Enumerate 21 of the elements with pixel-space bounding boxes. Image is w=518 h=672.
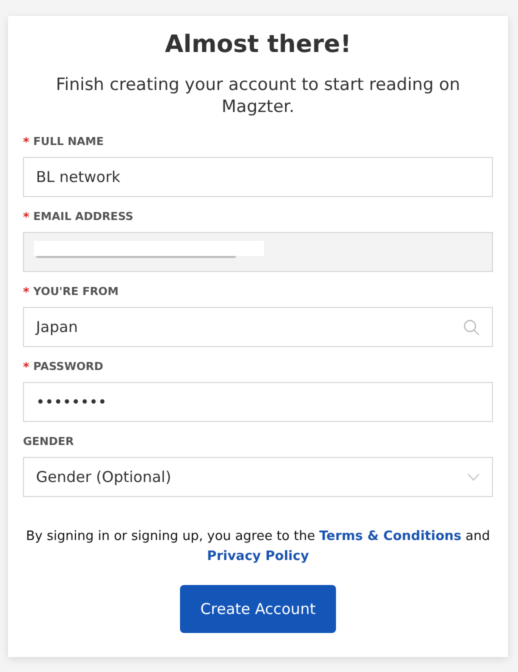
create-account-button[interactable]: Create Account	[180, 585, 336, 633]
input-field[interactable]: BL network	[23, 157, 493, 197]
agreement-text: By signing in or signing up, you agree to the Terms & Conditions and Privacy Policy	[25, 528, 491, 566]
country-search-field[interactable]: Japan	[23, 307, 493, 347]
privacy-link[interactable]: Privacy Policy	[207, 549, 309, 564]
chevron-down-icon	[467, 473, 480, 481]
required-marker: *	[23, 284, 30, 298]
search-icon	[463, 318, 480, 336]
input-field[interactable]: ••••••••	[23, 382, 493, 422]
field-label: GENDER	[23, 435, 74, 448]
field-label: PASSWORD	[33, 360, 104, 373]
terms-link[interactable]: Terms & Conditions	[319, 529, 462, 544]
field-label: FULL NAME	[33, 135, 104, 148]
page-title: Almost there!	[164, 30, 352, 58]
required-marker: *	[23, 360, 30, 374]
gender-dropdown[interactable]: Gender (Optional)	[23, 457, 493, 497]
field-label: YOU'RE FROM	[33, 285, 119, 298]
required-marker: *	[23, 210, 30, 224]
field-label: EMAIL ADDRESS	[33, 210, 134, 223]
required-marker: *	[23, 134, 30, 148]
subtitle: Finish creating your account to start reading on Magzter.	[54, 74, 462, 118]
